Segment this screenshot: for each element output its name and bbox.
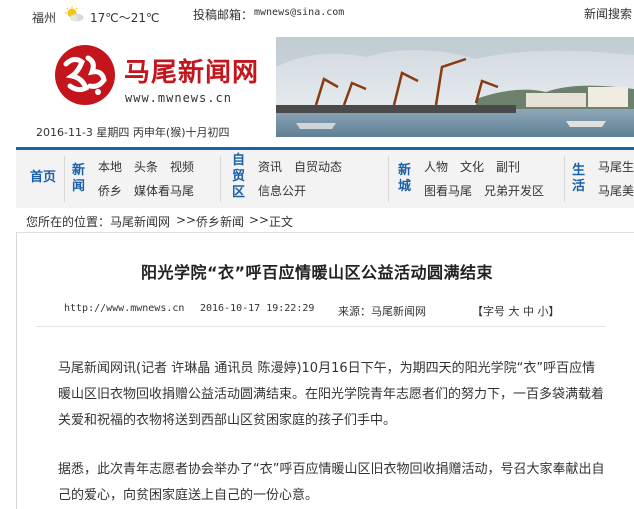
nav-home[interactable]: 首页: [30, 170, 56, 186]
article-datetime: 2016-10-17 19:22:29: [200, 303, 315, 314]
sun-cloud-icon: [65, 6, 84, 22]
nav-item-video[interactable]: 视频: [170, 158, 194, 175]
breadcrumb-separator: >>: [176, 213, 197, 227]
temperature: 17℃～21℃: [90, 11, 160, 25]
nav-divider: [220, 156, 221, 202]
banner-photo: [276, 37, 634, 137]
article-source: 来源：马尾新闻网: [338, 305, 426, 318]
weather-city: 福州: [32, 11, 57, 25]
nav-divider: [564, 156, 565, 202]
nav-item-local[interactable]: 本地: [98, 158, 122, 175]
brand-name[interactable]: 马尾新闻网: [124, 52, 259, 89]
breadcrumb: 您所在的位置： 马尾新闻网 >> 侨乡新闻 >> 正文: [16, 208, 634, 233]
nav-cat-ftz[interactable]: 自贸区: [232, 153, 248, 201]
nav-item-culture[interactable]: 文化: [460, 158, 484, 175]
nav-item-people[interactable]: 人物: [424, 158, 448, 175]
nav-cat-news[interactable]: 新闻: [72, 163, 88, 195]
breadcrumb-item-current: 正文: [269, 215, 294, 229]
nav-item-disclosure[interactable]: 信息公开: [258, 182, 306, 199]
meta-divider: [36, 326, 606, 327]
nav-item-qiaoxiang[interactable]: 侨乡: [98, 182, 122, 199]
article-paragraph: 据悉，此次青年志愿者协会举办了“衣”呼百应情暖山区旧衣物回收捐赠活动，号召大家奉…: [58, 462, 605, 503]
nav-item-sister-zones[interactable]: 兄弟开发区: [484, 182, 544, 199]
brand-url: www.mwnews.cn: [125, 91, 232, 105]
date-line: 2016-11-3 星期四 丙申年(猴)十月初四: [36, 126, 230, 139]
nav-item-info[interactable]: 资讯: [258, 158, 282, 175]
article-paragraph: 马尾新闻网讯(记者 许琳晶 通讯员 陈漫婷)10月16日下午，为期四天的阳光学院…: [58, 361, 605, 428]
nav-item-media[interactable]: 媒体看马尾: [134, 182, 194, 199]
nav-item-photos[interactable]: 图看马尾: [424, 182, 472, 199]
breadcrumb-prefix: 您所在的位置：: [26, 215, 111, 229]
breadcrumb-item-section[interactable]: 侨乡新闻: [196, 213, 244, 230]
article-url[interactable]: http://www.mwnews.cn: [64, 303, 184, 314]
mail-label: 投稿邮箱：: [193, 8, 254, 22]
nav-divider: [388, 156, 389, 202]
font-size-control[interactable]: 【字号 大 中 小】: [472, 303, 560, 319]
site-logo[interactable]: [52, 42, 118, 108]
main-nav: 首页 新闻 本地 头条 视频 侨乡 媒体看马尾 自贸区 资讯 自贸动态 信息公开…: [16, 147, 634, 208]
nav-cat-newtown[interactable]: 新城: [398, 163, 414, 195]
breadcrumb-item-home[interactable]: 马尾新闻网: [110, 213, 170, 230]
news-search-link[interactable]: 新闻搜索: [584, 5, 632, 22]
nav-item-ftz-news[interactable]: 自贸动态: [294, 158, 342, 175]
nav-item-life-1[interactable]: 马尾生: [598, 158, 634, 175]
mail-address[interactable]: mwnews@sina.com: [254, 7, 344, 18]
nav-item-life-2[interactable]: 马尾美: [598, 182, 634, 199]
breadcrumb-separator: >>: [249, 213, 270, 227]
nav-cat-life[interactable]: 生活: [572, 163, 588, 195]
nav-item-supplement[interactable]: 副刊: [496, 158, 520, 175]
top-bar: 福州 17℃～21℃ 投稿邮箱： mwnews@sina.com 新闻搜索: [0, 0, 634, 30]
article-title: 阳光学院“衣”呼百应情暖山区公益活动圆满结束: [140, 263, 494, 282]
nav-item-headline[interactable]: 头条: [134, 158, 158, 175]
nav-divider: [64, 156, 65, 202]
